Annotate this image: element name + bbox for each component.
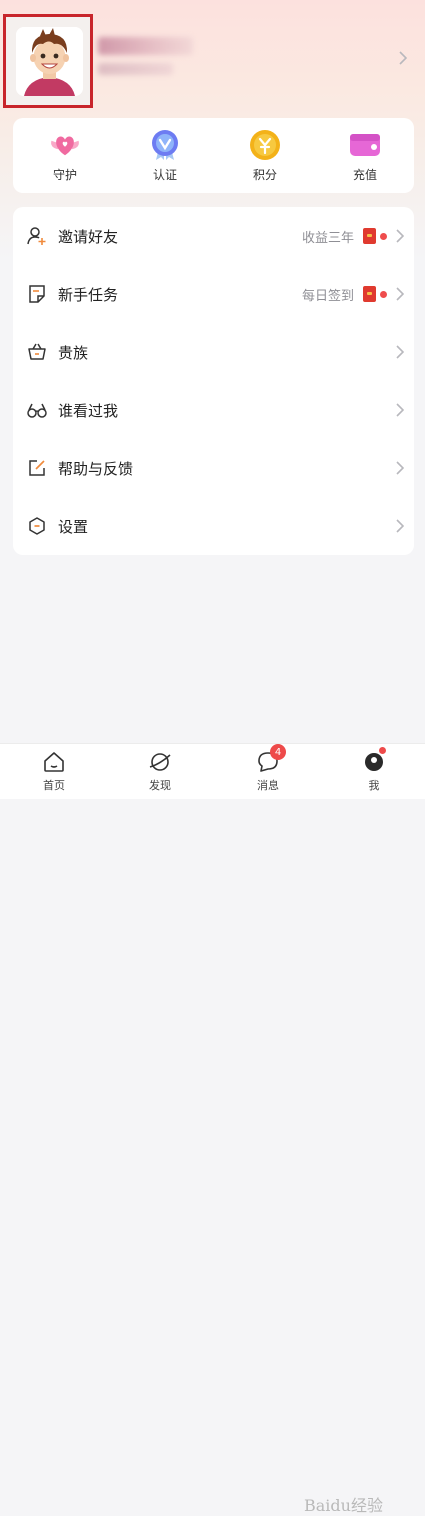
menu-item-label: 新手任务 [58,285,119,304]
quick-action-recharge[interactable]: 充值 [330,128,400,183]
menu-item-nobility[interactable]: 贵族 [13,323,414,381]
settings-hexagon-icon [29,517,45,535]
notification-dot [380,232,387,240]
planet-icon [148,750,172,774]
quick-action-label: 充值 [352,168,377,182]
basket-icon [28,343,46,360]
verified-badge-icon [148,128,182,162]
menu-item-help-feedback[interactable]: 帮助与反馈 [13,439,414,497]
cartoon-boy-avatar-icon [16,27,83,96]
chevron-right-icon [396,345,404,359]
chevron-right-icon [396,461,404,475]
menu-item-settings[interactable]: 设置 [13,497,414,555]
chevron-right-icon [396,519,404,533]
menu-item-label: 设置 [58,517,89,536]
tab-label: 首页 [43,779,65,792]
tab-home[interactable]: 首页 [24,750,84,793]
profile-header[interactable] [0,0,425,118]
red-packet-icon [363,228,376,244]
menu-item-label: 帮助与反馈 [58,459,134,478]
avatar[interactable] [16,27,83,96]
tab-label: 我 [368,779,380,792]
quick-actions-card: 守护 认证 积分 充值 [13,118,414,193]
menu-item-hint: 收益三年 [301,230,354,246]
wallet-icon [348,128,382,162]
baidu-watermark: Baidu经验 [304,1496,383,1515]
menu-item-label: 邀请好友 [58,227,119,246]
coin-icon [248,128,282,162]
tab-me[interactable]: 我 [344,747,404,793]
notification-dot [379,747,386,754]
quick-action-points[interactable]: 积分 [230,128,300,183]
menu-item-label: 谁看过我 [58,401,119,420]
chat-bubble-icon: 4 [256,744,286,774]
bottom-tab-bar: 首页 发现 4 消息 我 Baidu经验 [0,743,425,1515]
task-note-icon [29,285,45,303]
chevron-right-icon[interactable] [399,51,407,65]
message-count-badge: 4 [270,744,286,760]
notification-dot [380,290,387,298]
glasses-icon [27,403,47,418]
chevron-right-icon [396,229,404,243]
heart-wings-icon [48,128,82,162]
menu-item-hint: 每日签到 [301,288,354,304]
avatar-highlight-box[interactable] [3,14,93,108]
user-id-blurred [98,63,173,75]
quick-action-label: 认证 [152,168,177,182]
menu-item-who-viewed-me[interactable]: 谁看过我 [13,381,414,439]
username-blurred [98,37,193,55]
red-packet-icon [363,286,376,302]
menu-card: 邀请好友 收益三年 新手任务 每日签到 贵族 谁看过我 帮助与反馈 设置 [13,207,414,555]
add-user-icon [27,227,46,245]
home-icon [42,750,66,774]
menu-item-newbie-tasks[interactable]: 新手任务 每日签到 [13,265,414,323]
tab-label: 发现 [149,779,171,792]
menu-item-label: 贵族 [58,343,89,362]
tab-label: 消息 [257,779,279,792]
quick-action-label: 积分 [252,168,277,182]
chevron-right-icon [396,287,404,301]
edit-icon [29,460,45,476]
profile-icon [362,747,386,774]
tab-messages[interactable]: 4 消息 [238,744,298,793]
quick-action-label: 守护 [52,168,77,182]
tab-discover[interactable]: 发现 [130,750,190,793]
quick-action-guard[interactable]: 守护 [30,128,100,183]
menu-item-invite-friends[interactable]: 邀请好友 收益三年 [13,207,414,265]
chevron-right-icon [396,403,404,417]
quick-action-verify[interactable]: 认证 [130,128,200,183]
